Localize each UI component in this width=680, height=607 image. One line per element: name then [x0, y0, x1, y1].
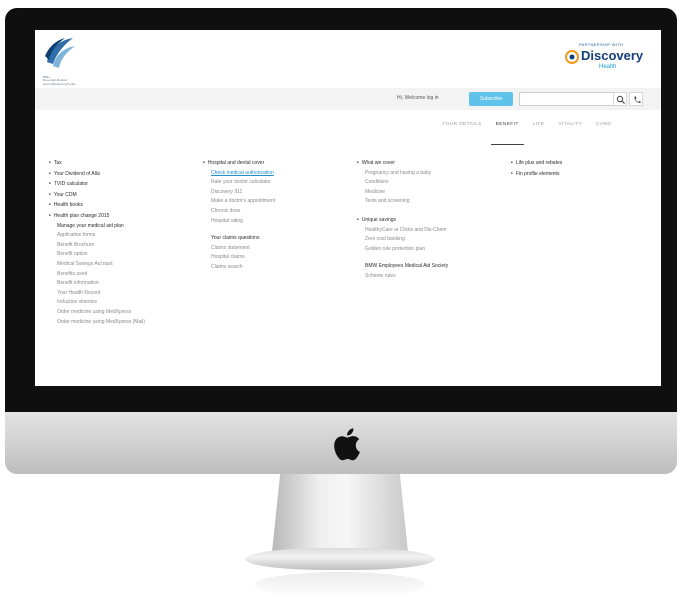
menu-link[interactable]: TVID calculator [49, 179, 145, 190]
member-login-text[interactable]: Hi, Welcome log in [397, 95, 439, 101]
call-button[interactable] [629, 92, 643, 106]
bmh-logo-icon [45, 38, 75, 68]
bmh-logo[interactable]: BMH Beverwijk Medical Gezondheidszorg Fo… [43, 34, 95, 86]
menu-link[interactable]: Rate your doctor calculator [203, 178, 275, 188]
search-input[interactable] [519, 92, 619, 106]
menu-link[interactable]: Induction vitamins [49, 298, 145, 308]
screen: BMH Beverwijk Medical Gezondheidszorg Fo… [35, 30, 661, 386]
menu-link[interactable]: Order medicine using MedXpress [49, 308, 145, 318]
tab-your-details[interactable]: YOUR DETAILS [435, 122, 489, 134]
menu-link[interactable]: Claims statement [203, 244, 275, 254]
menu-column-3: What we coverPregnancy and having a baby… [357, 158, 448, 282]
monitor-stand [272, 474, 408, 552]
menu-link[interactable]: Zero cost banking [357, 235, 448, 245]
menu-link[interactable]: Pregnancy and having a baby [357, 169, 448, 179]
menu-link[interactable]: Hospital claims [203, 253, 275, 263]
menu-link[interactable]: Tests and screening [357, 197, 448, 207]
subscribe-button[interactable]: Subscribe [469, 92, 513, 106]
menu-link[interactable]: Your CDM [49, 190, 145, 201]
menu-link[interactable]: Hospital rating [203, 217, 275, 227]
menu-link[interactable]: Make a doctor's appointment [203, 197, 275, 207]
section-tabs: YOUR DETAILS BENEFIT LIFE VITALITY CARD [435, 122, 618, 145]
menu-link[interactable]: Your Dividend of Alla [49, 169, 145, 180]
menu-link[interactable]: Benefits used [49, 270, 145, 280]
menu-column-4: Life plus and rebatesFin profile element… [511, 158, 562, 179]
discovery-brand: Discovery [581, 48, 644, 63]
menu-column-2: Hospital and dental coverCheck medical a… [203, 158, 275, 273]
menu-link[interactable]: Benefit Brochure [49, 241, 145, 251]
discovery-mark-icon [565, 50, 579, 64]
menu-link[interactable]: Fin profile elements [511, 169, 562, 180]
discovery-kicker: PARTNERSHIP WITH [579, 42, 624, 47]
phone-icon [634, 96, 641, 104]
menu-link[interactable]: Hospital and dental cover [203, 158, 275, 169]
menu-link[interactable]: Medicine [357, 188, 448, 198]
menu-link[interactable]: Health books [49, 200, 145, 211]
menu-link[interactable]: Discovery 911 [203, 188, 275, 198]
menu-link[interactable]: Claims search [203, 263, 275, 273]
apple-icon [334, 428, 360, 461]
tab-vitality[interactable]: VITALITY [551, 122, 589, 134]
menu-link[interactable]: What we cover [357, 158, 448, 169]
menu-link[interactable]: Tax [49, 158, 145, 169]
menu-link[interactable]: Benefit information [49, 279, 145, 289]
menu-column-1: TaxYour Dividend of AllaTVID calculatorY… [49, 158, 145, 327]
monitor-base [245, 548, 435, 570]
bmh-logo-caption: BMH Beverwijk Medical Gezondheidszorg Fo… [43, 74, 76, 86]
menu-link[interactable]: Health plan change 2015 [49, 211, 145, 222]
menu-link[interactable]: Scheme rules [357, 272, 448, 282]
tab-card[interactable]: CARD [589, 122, 618, 134]
search-button[interactable] [613, 92, 627, 106]
monitor-base-reflection [255, 572, 425, 598]
menu-link[interactable]: Life plus and rebates [511, 158, 562, 169]
search-icon [616, 95, 626, 105]
menu-link[interactable]: Order medicine using MedXpress (Mail) [49, 318, 145, 328]
menu-link[interactable]: HealthyCare at Clicks and Dis-Chem [357, 226, 448, 236]
menu-section-heading: Your claims questions [211, 235, 260, 242]
menu-link[interactable]: Check medical authorization [203, 169, 275, 179]
menu-link[interactable]: Golden rule protection plan [357, 245, 448, 255]
discovery-sub: Health [599, 64, 617, 70]
menu-section-heading: Manage your medical aid plan [57, 222, 124, 229]
menu-section-heading: BMW Employees Medical Aid Society [365, 263, 449, 270]
utility-bar: Hi, Welcome log in Subscribe [35, 88, 661, 110]
tab-life[interactable]: LIFE [526, 122, 552, 134]
menu-link[interactable]: Application forms [49, 231, 145, 241]
discovery-health-logo[interactable]: PARTNERSHIP WITH Discovery Health [553, 42, 653, 78]
menu-link[interactable]: Unique savings [357, 215, 448, 226]
site-header: BMH Beverwijk Medical Gezondheidszorg Fo… [35, 30, 661, 89]
menu-link[interactable]: Benefit option [49, 250, 145, 260]
tab-benefit[interactable]: BENEFIT [489, 122, 526, 145]
menu-link[interactable]: Your Health Record [49, 289, 145, 299]
menu-link[interactable]: Chronic dose [203, 207, 275, 217]
menu-link[interactable]: Medical Savings Account [49, 260, 145, 270]
menu-link[interactable]: Conditions [357, 178, 448, 188]
